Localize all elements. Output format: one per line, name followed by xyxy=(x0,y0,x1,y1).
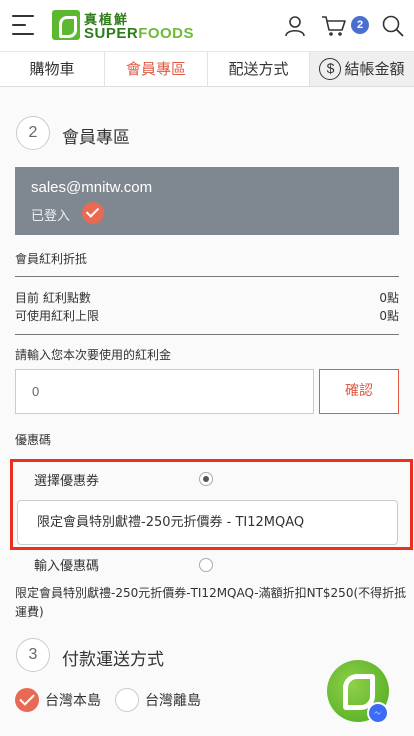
messenger-icon[interactable] xyxy=(367,702,389,724)
bonus-points-label: 目前 紅利點數 xyxy=(15,291,91,305)
brand-logo[interactable]: 真植鮮 SUPERFOODS xyxy=(52,9,194,43)
logo-mark-icon xyxy=(52,10,80,40)
shipping-option-islands[interactable]: 台灣離島 xyxy=(115,687,201,713)
unchecked-circle-icon xyxy=(115,688,139,712)
bonus-limit-row: 可使用紅利上限 0點 xyxy=(15,307,399,324)
bonus-amount-input[interactable]: 0 xyxy=(15,369,314,414)
member-email: sales@mnitw.com xyxy=(31,179,153,196)
coupon-heading: 優惠碼 xyxy=(15,433,52,447)
login-status: 已登入 xyxy=(31,209,71,224)
logo-english-text: SUPERFOODS xyxy=(84,25,195,42)
bonus-limit-label: 可使用紅利上限 xyxy=(15,309,100,323)
bonus-input-label: 請輸入您本次要使用的紅利金 xyxy=(15,348,172,362)
checked-circle-icon xyxy=(15,688,39,712)
divider xyxy=(15,276,399,277)
checkout-panel: 2 會員專區 sales@mnitw.com 已登入 會員紅利折抵 目前 紅利點… xyxy=(0,87,414,736)
step-number-badge: 2 xyxy=(16,116,50,150)
tab-cart[interactable]: 購物車 xyxy=(0,52,105,86)
user-icon[interactable] xyxy=(283,14,307,38)
cart-icon[interactable] xyxy=(321,14,347,38)
checkout-tabs: 購物車 會員專區 配送方式 $ 結帳金額 xyxy=(0,52,414,87)
member-section-title: 會員專區 xyxy=(62,128,130,148)
tab-shipping[interactable]: 配送方式 xyxy=(208,52,310,86)
dollar-icon: $ xyxy=(319,58,342,80)
tab-member[interactable]: 會員專區 xyxy=(105,52,208,86)
bonus-points-row: 目前 紅利點數 0點 xyxy=(15,289,399,306)
enter-coupon-radio[interactable] xyxy=(199,558,213,572)
select-coupon-radio[interactable] xyxy=(199,472,213,486)
member-info-box: sales@mnitw.com 已登入 xyxy=(15,167,399,235)
shipping-option-label: 台灣離島 xyxy=(145,693,201,709)
checkout-content: 2 會員專區 sales@mnitw.com 已登入 會員紅利折抵 目前 紅利點… xyxy=(0,87,414,736)
select-coupon-label: 選擇優惠券 xyxy=(34,474,100,489)
enter-coupon-label: 輸入優惠碼 xyxy=(34,559,100,574)
cart-count-badge: 2 xyxy=(351,16,369,34)
bonus-points-value: 0點 xyxy=(379,291,399,305)
search-icon[interactable] xyxy=(381,14,405,38)
step-number-badge: 3 xyxy=(16,638,50,672)
confirm-bonus-button[interactable]: 確認 xyxy=(319,369,399,414)
shipping-option-mainland[interactable]: 台灣本島 xyxy=(15,687,101,713)
bonus-heading: 會員紅利折抵 xyxy=(15,252,88,266)
menu-icon[interactable] xyxy=(12,15,34,35)
coupon-description: 限定會員特別獻禮-250元折價券-TI12MQAQ-滿額折扣NT$250(不得折… xyxy=(15,586,407,619)
shipping-section-title: 付款運送方式 xyxy=(62,650,164,670)
shipping-option-label: 台灣本島 xyxy=(45,693,101,709)
tab-checkout-total-label: 結帳金額 xyxy=(344,60,405,78)
divider xyxy=(15,334,399,335)
coupon-dropdown[interactable]: 限定會員特別獻禮-250元折價券 - TI12MQAQ xyxy=(17,500,398,545)
top-header: 真植鮮 SUPERFOODS 2 xyxy=(0,0,414,52)
bonus-limit-value: 0點 xyxy=(379,309,399,323)
tab-checkout-total[interactable]: $ 結帳金額 xyxy=(310,52,414,86)
logged-in-check-icon xyxy=(82,202,104,224)
